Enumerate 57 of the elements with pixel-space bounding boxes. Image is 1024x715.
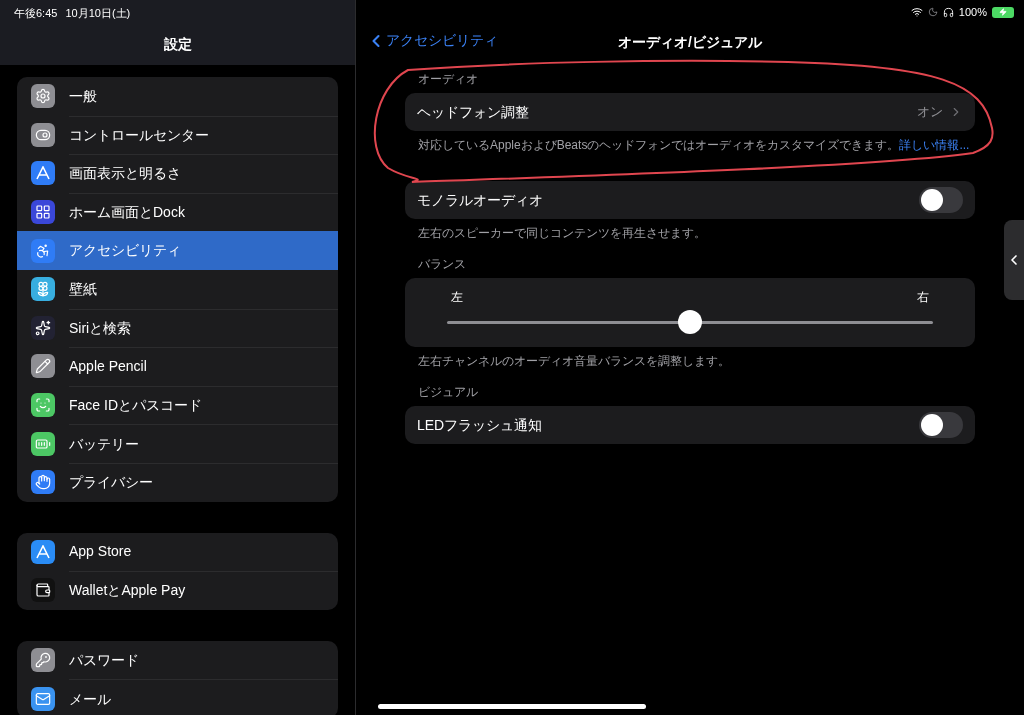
item-label: メール	[69, 689, 111, 709]
section-header: バランス	[417, 256, 467, 273]
item-label: コントロールセンター	[69, 125, 209, 145]
row-label: LEDフラッシュ通知	[417, 415, 543, 435]
section-footer: 対応しているAppleおよびBeatsのヘッドフォンではオーディオをカスタマイズできます。詳しい情報...	[405, 137, 975, 153]
section-header: ビジュアル	[417, 384, 479, 401]
status-time: 午後6:45	[14, 6, 58, 21]
sidebar-item[interactable]: Apple Pencil	[17, 347, 338, 386]
sidebar-item[interactable]: アクセシビリティ	[17, 231, 338, 270]
sidebar-item[interactable]: パスワード	[17, 640, 338, 680]
toggle-switch[interactable]	[919, 187, 963, 213]
status-date: 10月10日(土)	[65, 6, 131, 21]
side-handle[interactable]	[1004, 220, 1024, 300]
item-label: WalletとApple Pay	[69, 581, 186, 601]
section-footer: 左右のスピーカーで同じコンテンツを再生させます。	[405, 225, 975, 241]
item-label: 壁紙	[69, 279, 97, 299]
moon-icon	[927, 7, 938, 17]
toggle-switch[interactable]	[919, 412, 963, 438]
item-label: Siriと検索	[69, 318, 132, 338]
sidebar-item[interactable]: コントロールセンター	[17, 115, 338, 155]
settings-row[interactable]: ヘッドフォン調整 オン	[405, 93, 975, 131]
sidebar-item[interactable]: 一般	[17, 77, 338, 116]
section-footer: 左右チャンネルのオーディオ音量バランスを調整します。	[405, 353, 975, 369]
item-label: Apple Pencil	[69, 357, 147, 377]
item-label: プライバシー	[69, 473, 153, 493]
sidebar-item[interactable]: Siriと検索	[17, 308, 338, 348]
sidebar-item[interactable]: App Store	[17, 532, 338, 572]
item-label: Face IDとパスコード	[69, 396, 202, 416]
row-label: モノラルオーディオ	[417, 190, 543, 210]
back-button[interactable]: アクセシビリティ	[366, 30, 498, 51]
item-label: App Store	[69, 542, 132, 562]
battery-percent: 100%	[958, 4, 987, 20]
sidebar-item[interactable]: WalletとApple Pay	[17, 571, 338, 610]
item-label: 一般	[69, 86, 97, 106]
item-label: ホーム画面とDock	[69, 203, 185, 223]
wifi-icon	[910, 6, 923, 18]
slider-thumb[interactable]	[678, 310, 702, 334]
row-value: オン	[917, 103, 943, 122]
sidebar-item[interactable]: 壁紙	[17, 269, 338, 309]
right-label: 右	[917, 289, 929, 306]
sidebar-title: 設定	[163, 34, 192, 54]
learn-more-link[interactable]: 詳しい情報...	[899, 138, 970, 152]
row-label: ヘッドフォン調整	[417, 102, 529, 122]
headphones-icon	[942, 6, 954, 18]
item-label: 画面表示と明るさ	[69, 164, 181, 184]
item-label: パスワード	[69, 650, 139, 670]
sidebar-item[interactable]: メール	[17, 679, 338, 715]
sidebar-item[interactable]: バッテリー	[17, 424, 338, 463]
item-label: バッテリー	[69, 434, 139, 454]
sidebar-item[interactable]: Face IDとパスコード	[17, 385, 338, 425]
page-title: オーディオ/ビジュアル	[618, 32, 762, 52]
section-header: オーディオ	[417, 71, 479, 88]
item-label: アクセシビリティ	[69, 241, 181, 261]
sidebar-item[interactable]: プライバシー	[17, 462, 338, 502]
sidebar-item[interactable]: 画面表示と明るさ	[17, 154, 338, 193]
battery-icon	[992, 6, 1014, 18]
left-label: 左	[451, 289, 463, 306]
